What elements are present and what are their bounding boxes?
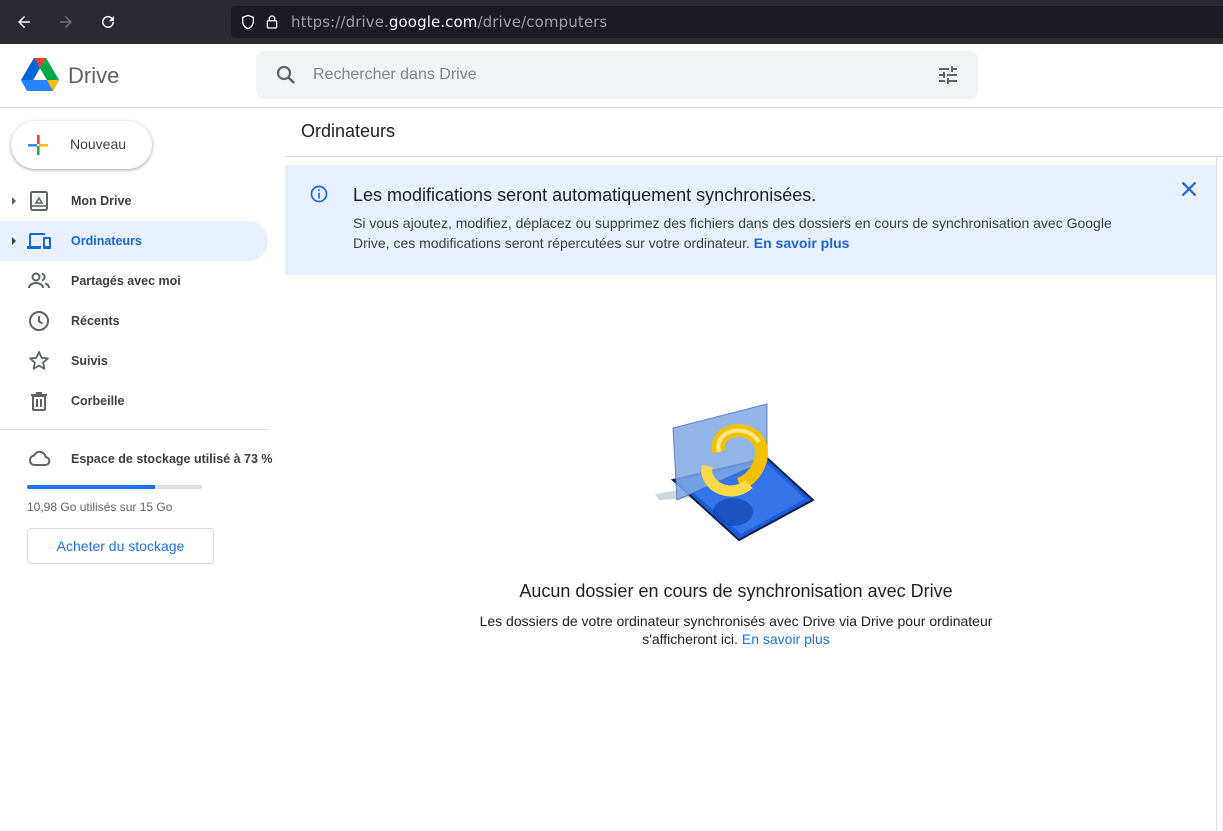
storage-progress-fill xyxy=(27,485,155,489)
star-icon xyxy=(29,351,49,370)
search-input[interactable] xyxy=(313,51,913,99)
plus-icon xyxy=(28,135,48,155)
storage-progress-bar xyxy=(27,485,202,489)
reload-button[interactable] xyxy=(90,4,126,40)
sidebar-divider xyxy=(0,429,268,430)
browser-toolbar: https://drive.google.com/drive/computers xyxy=(0,0,1223,44)
sidebar-nav: Mon Drive Ordinateurs Partagés avec moi … xyxy=(0,181,268,421)
trash-icon xyxy=(31,392,47,411)
sidebar-item-recent[interactable]: Récents xyxy=(0,301,268,341)
new-button[interactable]: Nouveau xyxy=(11,121,152,169)
sidebar-item-label: Ordinateurs xyxy=(71,234,142,248)
close-icon[interactable] xyxy=(1177,177,1201,201)
info-banner: Les modifications seront automatiquement… xyxy=(285,165,1216,275)
shield-icon xyxy=(239,13,257,31)
expand-caret-icon[interactable] xyxy=(10,195,18,207)
clock-icon xyxy=(29,311,49,331)
scrollbar-track[interactable] xyxy=(1216,157,1217,831)
app-name: Drive xyxy=(68,63,120,88)
sidebar-item-my-drive[interactable]: Mon Drive xyxy=(0,181,268,221)
info-icon xyxy=(310,185,328,203)
banner-text: Si vous ajoutez, modifiez, déplacez ou s… xyxy=(353,215,1112,251)
back-button[interactable] xyxy=(6,4,42,40)
banner-title: Les modifications seront automatiquement… xyxy=(353,185,817,205)
sidebar-item-label: Partagés avec moi xyxy=(71,274,181,288)
empty-state-learn-more-link[interactable]: En savoir plus xyxy=(742,631,830,647)
computers-icon xyxy=(27,233,51,249)
title-divider xyxy=(285,156,1223,157)
url-text: https://drive.google.com/drive/computers xyxy=(291,13,608,31)
sidebar-item-label: Suivis xyxy=(71,354,108,368)
sidebar-item-starred[interactable]: Suivis xyxy=(0,341,268,381)
lock-icon xyxy=(263,13,281,31)
page-title: Ordinateurs xyxy=(301,121,396,141)
forward-button[interactable] xyxy=(48,4,84,40)
banner-learn-more-link[interactable]: En savoir plus xyxy=(754,235,850,251)
arrow-left-icon xyxy=(18,16,30,28)
search-options-icon[interactable] xyxy=(936,63,960,87)
sidebar-item-shared[interactable]: Partagés avec moi xyxy=(0,261,268,301)
sidebar-item-trash[interactable]: Corbeille xyxy=(0,381,268,421)
buy-storage-button[interactable]: Acheter du stockage xyxy=(27,528,214,564)
empty-state-text: Les dossiers de votre ordinateur synchro… xyxy=(479,613,993,647)
cloud-icon xyxy=(28,450,51,466)
my-drive-icon xyxy=(30,191,48,211)
empty-state-body: Les dossiers de votre ordinateur synchro… xyxy=(456,612,1016,648)
sidebar-item-label: Récents xyxy=(71,314,120,328)
sidebar-item-label: Mon Drive xyxy=(71,194,132,208)
sidebar-item-computers[interactable]: Ordinateurs xyxy=(0,221,268,261)
reload-icon xyxy=(102,15,114,28)
empty-state-title: Aucun dossier en cours de synchronisatio… xyxy=(519,581,953,601)
storage-label[interactable]: Espace de stockage utilisé à 73 % xyxy=(71,452,273,466)
sync-illustration xyxy=(655,403,815,542)
new-button-label: Nouveau xyxy=(70,136,127,152)
search-icon[interactable] xyxy=(274,63,298,87)
storage-detail: 10,98 Go utilisés sur 15 Go xyxy=(27,500,173,514)
expand-caret-icon[interactable] xyxy=(10,235,18,247)
sidebar-item-label: Corbeille xyxy=(71,394,125,408)
search-bar[interactable] xyxy=(256,51,978,99)
arrow-right-icon xyxy=(60,16,72,28)
url-bar[interactable]: https://drive.google.com/drive/computers xyxy=(231,6,1223,38)
banner-body: Si vous ajoutez, modifiez, déplacez ou s… xyxy=(353,213,1113,253)
app-header: Drive xyxy=(0,44,1223,108)
shared-icon xyxy=(28,272,50,289)
drive-logo-icon[interactable] xyxy=(21,57,59,93)
